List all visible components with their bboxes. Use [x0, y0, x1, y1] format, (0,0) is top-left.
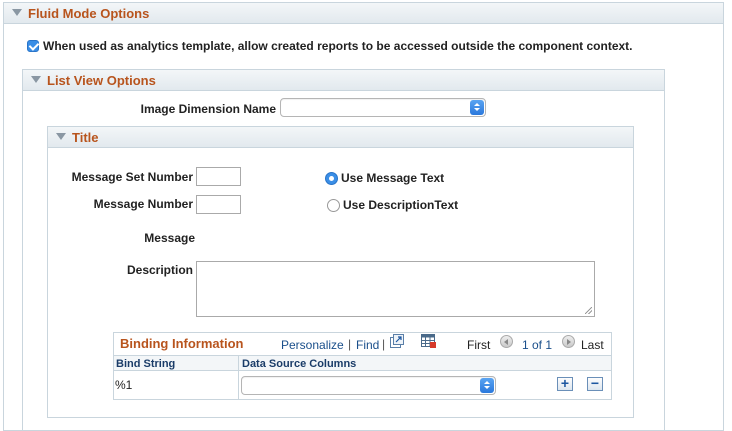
message-set-number-label: Message Set Number [71, 170, 193, 184]
message-label: Message [144, 231, 195, 245]
delete-row-button[interactable]: − [587, 375, 603, 391]
minus-icon: − [590, 375, 600, 391]
fluid-mode-options-title: Fluid Mode Options [28, 6, 150, 21]
title-section-header[interactable]: Title [47, 126, 634, 148]
find-link[interactable]: Find [356, 338, 379, 352]
description-textarea[interactable] [196, 261, 595, 317]
image-dimension-label: Image Dimension Name [140, 102, 276, 116]
collapse-arrow-icon[interactable] [31, 76, 41, 83]
bind-string-cell: %1 [115, 378, 133, 392]
analytics-template-checkbox[interactable] [27, 40, 39, 52]
download-grid-icon[interactable] [421, 334, 437, 349]
use-description-text-label: Use DescriptionText [343, 198, 459, 212]
view-all-icon[interactable] [390, 334, 404, 348]
data-source-select[interactable] [241, 376, 496, 395]
message-set-number-input[interactable] [196, 167, 241, 186]
personalize-link[interactable]: Personalize [281, 338, 344, 352]
column-header-data-source: Data Source Columns [242, 358, 357, 370]
message-number-label: Message Number [93, 197, 193, 211]
first-label: First [467, 338, 491, 352]
next-row-icon[interactable] [562, 335, 575, 348]
last-label: Last [581, 338, 604, 352]
message-number-input[interactable] [196, 195, 241, 214]
select-arrows-icon[interactable] [480, 378, 494, 393]
fluid-mode-options-header[interactable]: Fluid Mode Options [3, 2, 724, 24]
analytics-template-label: When used as analytics template, allow c… [43, 39, 633, 53]
separator: | [348, 337, 352, 351]
title-section-title: Title [72, 130, 99, 145]
use-description-text-radio[interactable] [327, 199, 340, 212]
use-message-text-label: Use Message Text [341, 171, 445, 185]
separator: | [382, 337, 386, 351]
collapse-arrow-icon[interactable] [56, 133, 66, 140]
list-view-options-header[interactable]: List View Options [22, 69, 665, 91]
add-row-button[interactable]: + [557, 375, 573, 391]
select-arrows-icon[interactable] [470, 100, 484, 115]
binding-information-title: Binding Information [120, 336, 244, 351]
use-message-text-radio[interactable] [325, 172, 338, 185]
previous-row-icon[interactable] [500, 335, 513, 348]
resize-grip-icon[interactable] [585, 307, 592, 314]
image-dimension-select[interactable] [280, 98, 486, 117]
grid-header-row [114, 355, 611, 371]
list-view-options-title: List View Options [47, 73, 156, 88]
plus-icon: + [560, 375, 570, 391]
table-row: %1 + − [114, 372, 611, 399]
collapse-arrow-icon[interactable] [12, 9, 22, 16]
description-label: Description [126, 263, 193, 277]
column-header-bind-string: Bind String [116, 358, 176, 370]
row-range-link[interactable]: 1 of 1 [522, 338, 552, 352]
